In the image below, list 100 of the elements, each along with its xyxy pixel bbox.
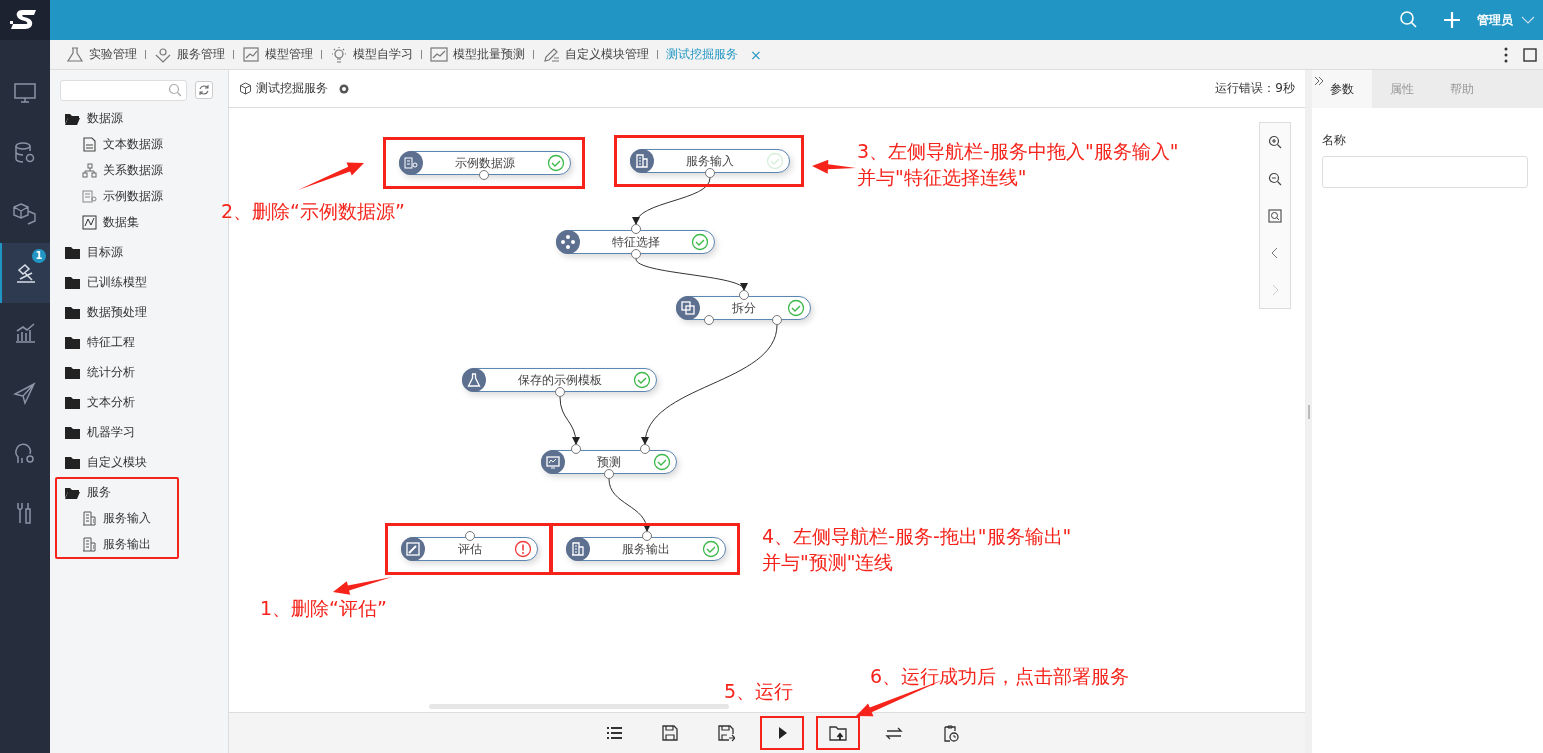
port-handle[interactable] [465,531,475,541]
port-handle[interactable] [640,444,650,454]
node-label: 保存的示例模板 [516,371,603,389]
chevron-down-icon[interactable] [1521,16,1535,24]
annotation-text: 4、左侧导航栏-服务-拖出"服务输出" 并与"预测"连线 [762,524,1072,575]
node-label: 服务输出 [621,540,671,558]
search-field[interactable] [60,79,187,101]
node-label: 拆分 [730,299,757,317]
connector-line [608,478,651,532]
module-node[interactable]: 评估 [401,537,538,561]
tree-item[interactable]: 机器学习 [87,423,135,441]
refresh-icon [198,84,210,96]
port-handle[interactable] [631,249,641,259]
tree-item[interactable]: 文本分析 [87,393,135,411]
port-handle[interactable] [705,168,715,178]
tab[interactable]: 自定义模块管理 [542,45,649,64]
save-icon[interactable] [661,724,679,742]
module-node[interactable]: 服务输出 [566,537,726,561]
annotation-text: 5、运行 [724,679,794,704]
tree-item[interactable]: 服务输出 [103,535,151,553]
node-label: 评估 [456,540,483,558]
annotation-arrow [333,577,392,595]
run-status: 运行错误：9秒 [1215,80,1295,97]
tree-item[interactable]: 数据预处理 [87,303,147,321]
double-chevron-icon[interactable] [1314,76,1324,86]
port-handle[interactable] [555,387,565,397]
paper-plane-icon[interactable] [13,381,37,405]
tree-item[interactable]: 文本数据源 [103,135,163,153]
search-icon[interactable] [1399,10,1419,30]
node-label: 特征选择 [610,233,661,251]
tree-item[interactable]: 示例数据源 [103,187,163,205]
tab[interactable]: 模型管理 [242,45,313,64]
module-node[interactable]: 拆分 [676,296,811,320]
fit-view-icon[interactable] [1268,208,1282,223]
line-chart-icon [430,45,448,64]
scrollbar[interactable] [429,704,729,709]
search-icon [168,83,182,97]
annotation-text: 6、运行成功后，点击部署服务 [870,664,1130,689]
port-handle[interactable] [604,469,614,479]
tab[interactable]: 模型自学习 [330,45,413,64]
workspace-title: 测试挖掘服务 [256,80,328,97]
tree-item[interactable]: 服务输入 [103,509,151,527]
bar-chart-icon[interactable] [13,321,37,345]
save-as-icon[interactable] [717,724,735,742]
building-icon [82,536,97,552]
tab[interactable]: 服务管理 [154,45,225,64]
bulb-icon [330,45,348,64]
tree-item[interactable]: 特征工程 [87,333,135,351]
more-icon[interactable] [1503,46,1509,63]
tree-item[interactable]: 服务 [87,483,111,501]
connector-line [559,396,580,445]
hierarchy-icon [82,162,97,178]
zoom-in-icon[interactable] [1268,134,1282,149]
gear-icon[interactable] [338,82,350,95]
cube-icon [239,82,252,95]
resize-handle[interactable] [1307,404,1310,419]
port-handle[interactable] [571,444,581,454]
database-icon[interactable] [13,141,37,165]
annotation-text: 1、删除“评估” [260,596,387,621]
field-label: 名称 [1322,132,1347,149]
annotation-text: 2、删除“示例数据源” [221,199,405,224]
node-label: 服务输入 [685,152,735,170]
tree-item[interactable]: 目标源 [87,243,123,261]
chart-icon [82,214,97,230]
maximize-icon[interactable] [1523,47,1537,62]
node-label: 预测 [596,453,622,471]
tree-item[interactable]: 统计分析 [87,363,135,381]
tree-item[interactable]: 关系数据源 [103,161,163,179]
monitor-icon[interactable] [13,81,37,105]
module-node[interactable]: 预测 [541,450,677,474]
schedule-icon[interactable] [941,724,959,742]
file-icon [82,136,97,152]
refresh-button[interactable] [195,81,213,99]
node-label: 示例数据源 [454,154,516,172]
cube-icon[interactable] [13,201,37,225]
module-node[interactable]: 保存的示例模板 [462,368,657,392]
list-icon[interactable] [605,724,623,742]
building-icon [82,510,97,526]
name-field[interactable] [1322,156,1528,188]
tree-item[interactable]: 自定义模块 [87,453,147,471]
module-node[interactable]: 服务输入 [630,149,790,173]
port-handle[interactable] [772,315,782,325]
port-handle[interactable] [479,170,489,180]
tab[interactable]: 实验管理 [66,45,137,64]
tree-item[interactable]: 已训练模型 [87,273,147,291]
add-icon[interactable] [1443,11,1461,29]
zoom-out-icon[interactable] [1268,171,1282,186]
port-handle[interactable] [704,315,714,325]
port-handle[interactable] [739,290,749,300]
annotation-arrow [298,162,364,190]
tab[interactable]: 参数 [1312,70,1372,108]
tree-item[interactable]: 数据源 [87,109,123,127]
tab[interactable]: 模型批量预测 [430,45,525,64]
port-handle[interactable] [631,224,641,234]
tree-item[interactable]: 数据集 [103,213,139,231]
head-gear-icon[interactable] [13,441,37,465]
port-handle[interactable] [642,531,652,541]
folder-upload-icon[interactable] [829,724,847,742]
module-node[interactable]: 特征选择 [556,230,715,254]
module-node[interactable]: 示例数据源 [399,151,571,175]
